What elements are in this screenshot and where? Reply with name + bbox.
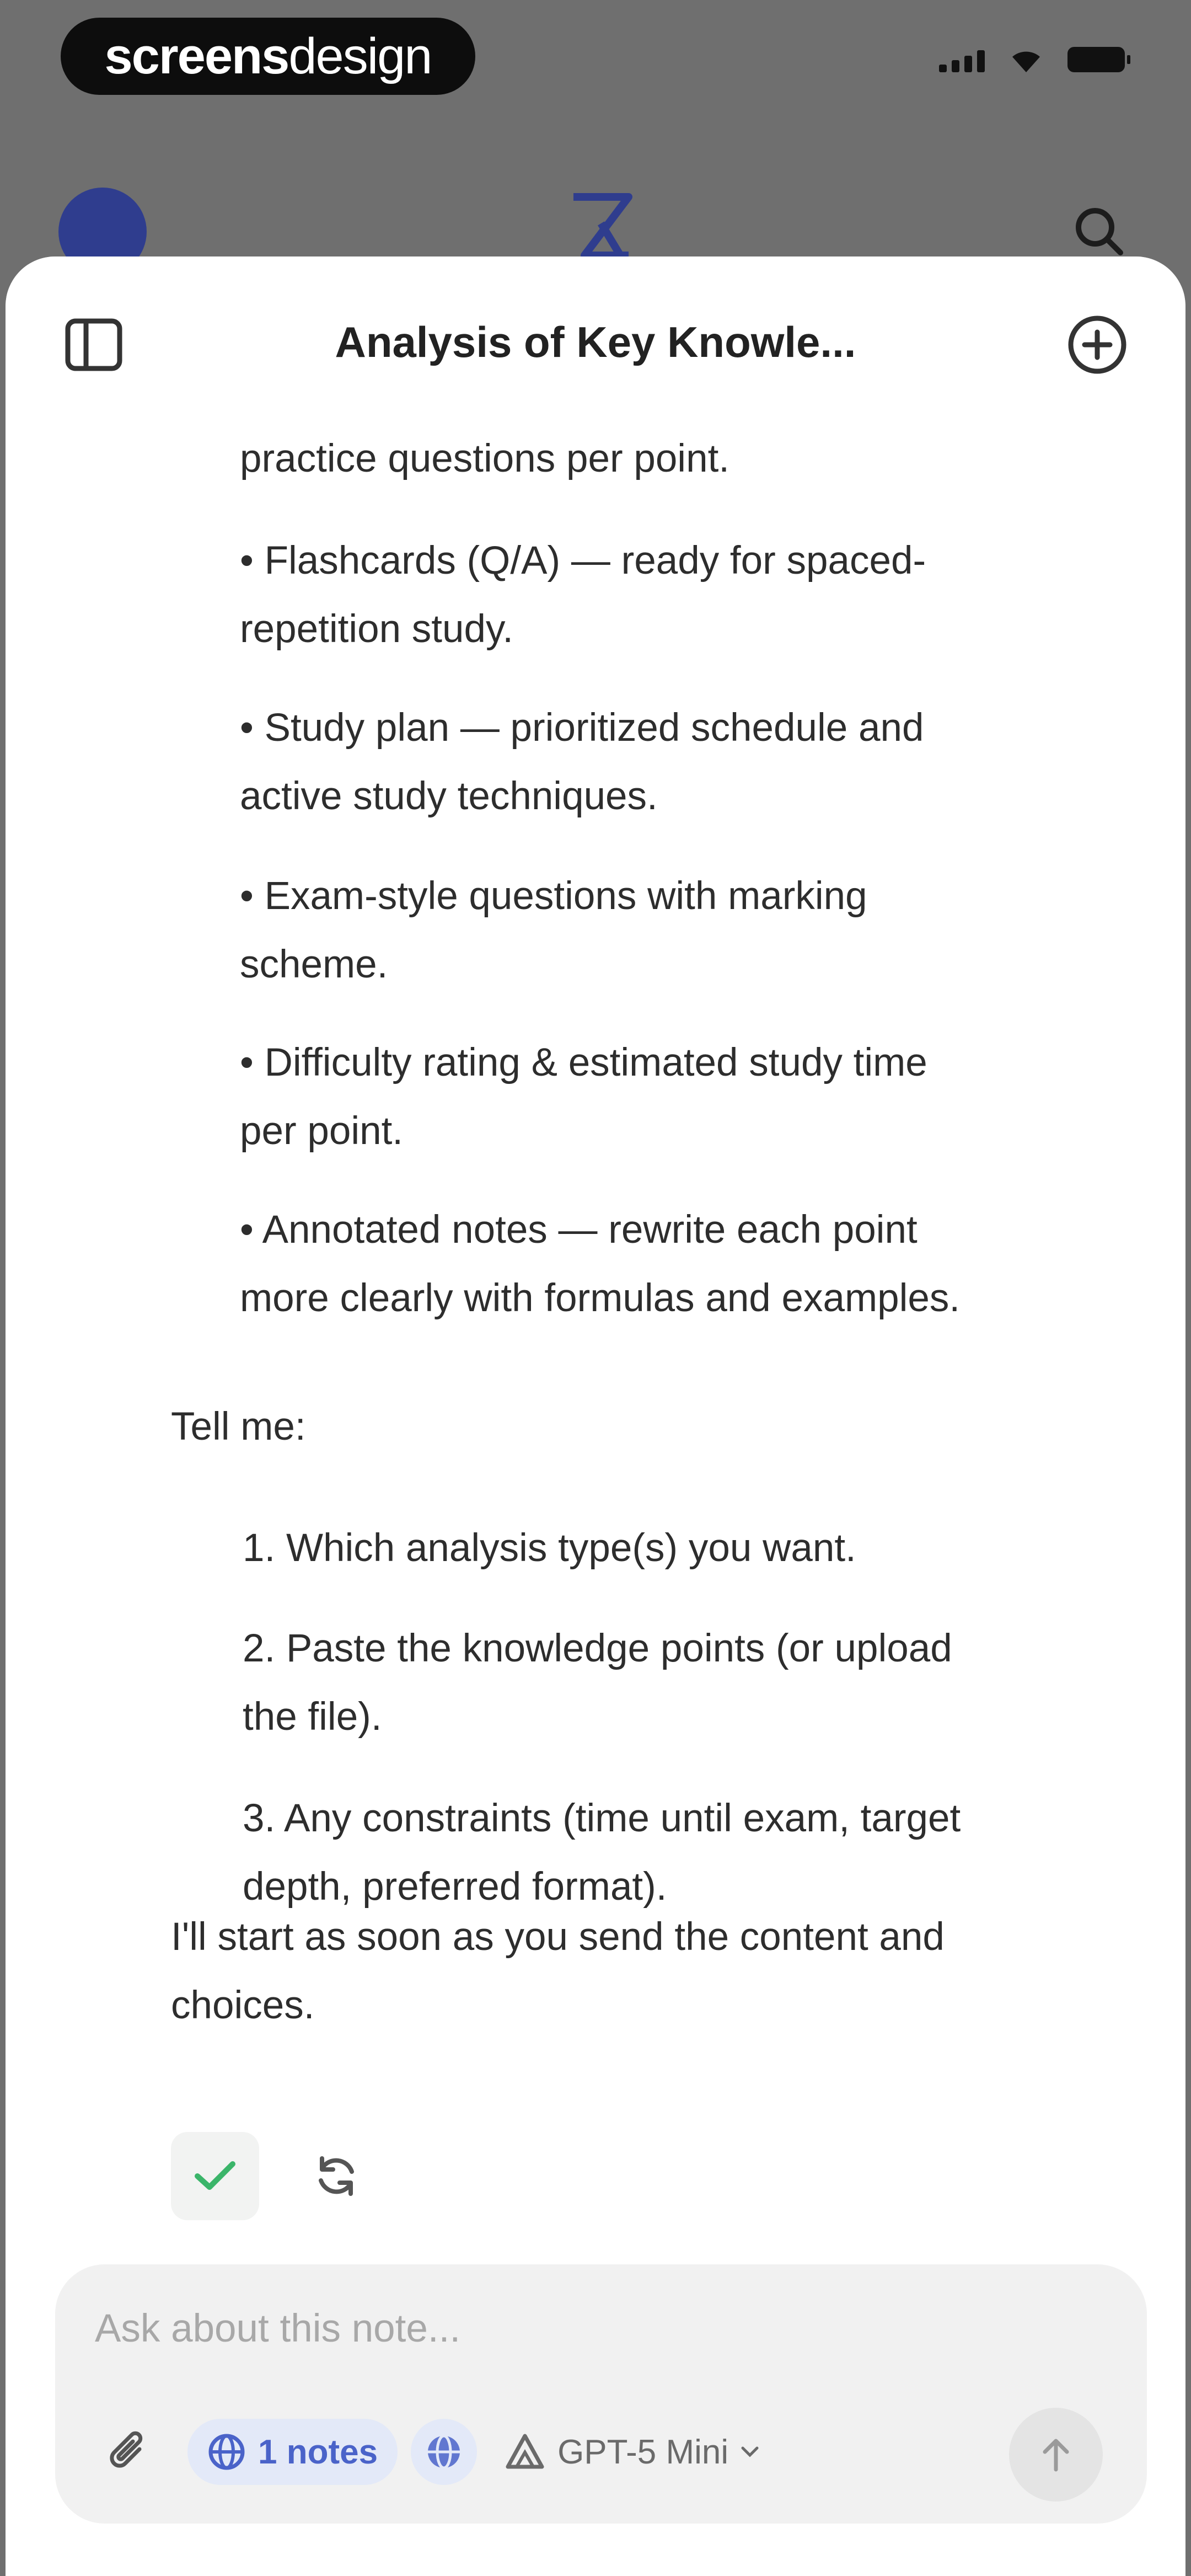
brand-part1: screens: [104, 28, 290, 84]
tell-me-text: Tell me:: [171, 1405, 306, 1449]
list-item: • Study plan — prioritized schedule and …: [240, 694, 1056, 831]
list-item: • Flashcards (Q/A) — ready for spaced- r…: [240, 527, 1056, 664]
list-item-line: scheme.: [240, 943, 388, 986]
model-label: GPT-5 Mini: [557, 2433, 729, 2471]
globe-icon: [428, 2434, 460, 2470]
list-item-line: 3. Any constraints (time until exam, tar…: [243, 1797, 961, 1840]
system-icons: [939, 47, 1130, 72]
list-item-line: • Study plan — prioritized schedule and: [240, 706, 924, 750]
check-icon: [195, 2161, 235, 2190]
chat-sheet: Analysis of Key Knowle... practice quest…: [6, 256, 1185, 2576]
list-item-line: • Exam-style questions with marking: [240, 874, 867, 918]
list-item-line: • Flashcards (Q/A) — ready for spaced-: [240, 539, 926, 582]
list-item-line: more clearly with formulas and examples.: [240, 1276, 961, 1320]
list-item-line: the file).: [243, 1695, 382, 1739]
composer-toolbar: 1 notes GPT-5 Mini: [99, 2408, 1103, 2502]
notes-chip-label: 1 notes: [258, 2433, 378, 2471]
app-logo-icon: [573, 193, 632, 259]
send-button[interactable]: [1009, 2408, 1103, 2502]
list-item-line: practice questions per point.: [240, 437, 730, 480]
list-item: 1. Which analysis type(s) you want.: [243, 1514, 1059, 1583]
paperclip-icon: [110, 2431, 143, 2468]
arrow-up-icon: [1043, 2439, 1069, 2472]
brand-watermark: screens design: [61, 18, 475, 95]
refresh-icon: [319, 2156, 354, 2196]
battery-icon: [1067, 47, 1130, 72]
list-item-line: per point.: [240, 1109, 404, 1153]
list-item-line: 1. Which analysis type(s) you want.: [243, 1526, 856, 1570]
closing-line: I'll start as soon as you send the conte…: [171, 1915, 945, 1959]
attach-button[interactable]: [99, 2422, 160, 2482]
list-item-line: • Annotated notes — rewrite each point: [240, 1208, 918, 1252]
sidebar-toggle-button[interactable]: [61, 312, 127, 378]
list-item: 2. Paste the knowledge points (or upload…: [243, 1615, 1059, 1751]
regenerate-button[interactable]: [292, 2132, 380, 2220]
globe-icon: [208, 2434, 245, 2470]
sidebar-icon: [65, 318, 122, 371]
sheet-header: Analysis of Key Knowle...: [6, 256, 1185, 422]
web-search-toggle[interactable]: [411, 2419, 478, 2485]
new-chat-button[interactable]: [1064, 312, 1130, 378]
list-item-line: 2. Paste the knowledge points (or upload: [243, 1627, 952, 1670]
list-item-line: active study techniques.: [240, 774, 658, 818]
list-item-line: • Difficulty rating & estimated study ti…: [240, 1041, 927, 1084]
brand-part2: design: [288, 28, 432, 84]
chevron-down-icon: [741, 2446, 759, 2457]
list-item-line: repetition study.: [240, 607, 513, 651]
list-item: • Annotated notes — rewrite each point m…: [240, 1196, 1056, 1333]
search-icon: [1076, 208, 1123, 255]
page-title: Analysis of Key Knowle...: [335, 318, 856, 366]
model-icon: [506, 2434, 544, 2469]
status-bar: screens design: [0, 0, 1191, 110]
ask-input[interactable]: [94, 2297, 1033, 2359]
model-selector[interactable]: GPT-5 Mini: [505, 2433, 759, 2472]
closing-line: choices.: [171, 1984, 315, 2027]
signal-icon: [939, 50, 985, 72]
closing-text: I'll start as soon as you send the conte…: [171, 1903, 1053, 2040]
list-item: • Exam-style questions with marking sche…: [240, 862, 1056, 999]
message-composer: 1 notes GPT-5 Mini: [55, 2264, 1147, 2524]
message-actions: [171, 2132, 380, 2220]
plus-circle-icon: [1068, 316, 1126, 374]
list-item: • Difficulty rating & estimated study ti…: [240, 1029, 1056, 1166]
accept-button[interactable]: [171, 2132, 259, 2220]
wifi-icon: [1012, 51, 1040, 72]
notes-chip[interactable]: 1 notes: [187, 2419, 398, 2485]
list-item: 3. Any constraints (time until exam, tar…: [243, 1784, 1059, 1921]
list-item: practice questions per point.: [240, 425, 1056, 493]
